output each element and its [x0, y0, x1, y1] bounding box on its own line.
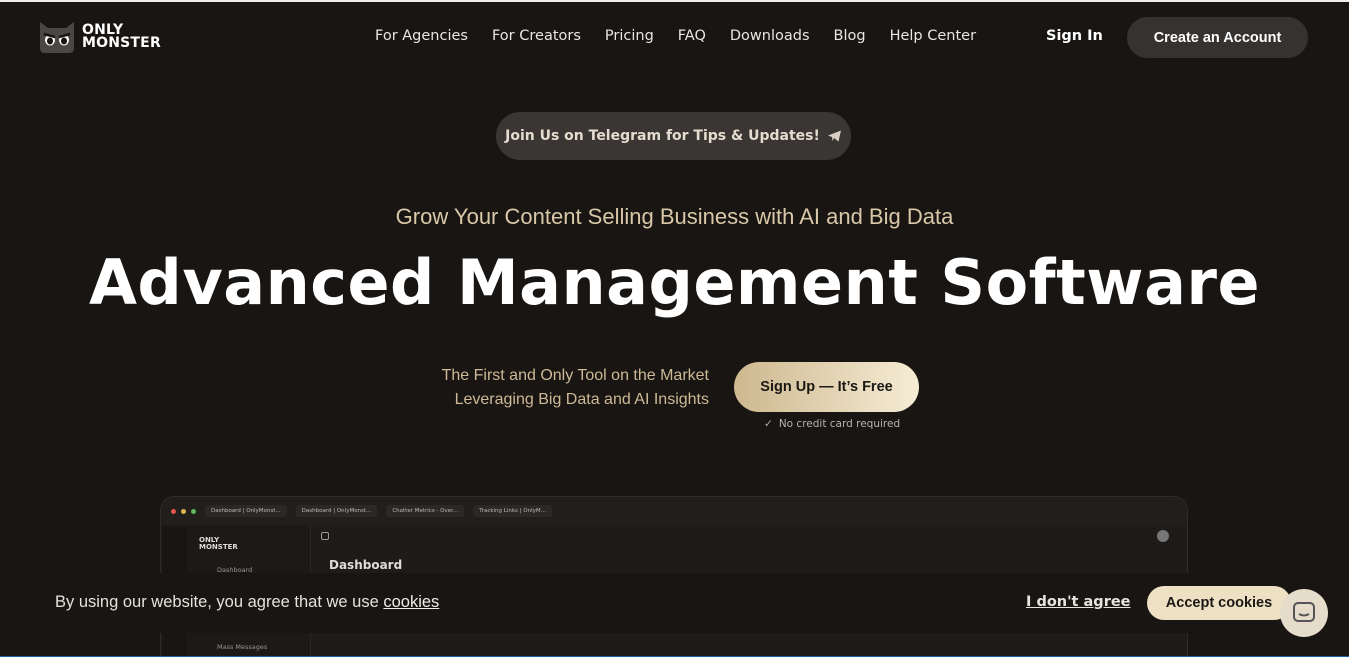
- create-account-button[interactable]: Create an Account: [1127, 17, 1308, 58]
- nav-for-agencies[interactable]: For Agencies: [375, 28, 468, 44]
- nav-blog[interactable]: Blog: [834, 28, 866, 44]
- nav-help-center[interactable]: Help Center: [890, 28, 976, 44]
- accept-cookies-button[interactable]: Accept cookies: [1147, 586, 1291, 620]
- hero-tagline-line-1: The First and Only Tool on the Market: [441, 367, 709, 384]
- no-credit-card-text: No credit card required: [778, 418, 901, 430]
- close-dot-icon: [171, 508, 176, 514]
- telegram-banner-label: Join Us on Telegram for Tips & Updates!: [505, 128, 820, 144]
- preview-tab: Tracking Links | OnlyM...: [473, 505, 552, 517]
- no-credit-card-note: ✓ No credit card required: [764, 418, 900, 430]
- hero-headline: Advanced Management Software: [88, 246, 1261, 319]
- sign-in-link[interactable]: Sign In: [1046, 28, 1103, 44]
- sign-up-button[interactable]: Sign Up — It’s Free: [734, 362, 919, 412]
- chat-widget-button[interactable]: [1280, 589, 1328, 637]
- cookies-link[interactable]: cookies: [383, 593, 439, 611]
- chat-icon: [1293, 602, 1315, 622]
- disagree-link[interactable]: I don't agree: [1026, 594, 1131, 610]
- hero-tagline-line-2: Leveraging Big Data and AI Insights: [454, 391, 709, 408]
- preview-browser-bar: Dashboard | OnlyMonst... Dashboard | Onl…: [161, 497, 1187, 525]
- page: ONLY MONSTER For Agencies For Creators P…: [0, 0, 1349, 657]
- preview-logo: ONLY MONSTER: [199, 537, 238, 551]
- check-icon: ✓: [764, 418, 773, 430]
- logo[interactable]: ONLY MONSTER: [38, 20, 161, 54]
- preview-tab: Chatter Metrics - Over...: [386, 505, 465, 517]
- hero-tagline: The First and Only Tool on the Market Le…: [442, 364, 709, 412]
- logo-line-2: MONSTER: [82, 35, 161, 51]
- preview-tab: Dashboard | OnlyMonst...: [205, 505, 287, 517]
- nav-for-creators[interactable]: For Creators: [492, 28, 581, 44]
- preview-tab: Dashboard | OnlyMonst...: [295, 505, 378, 517]
- maximize-dot-icon: [191, 508, 196, 514]
- main-nav: For Agencies For Creators Pricing FAQ Do…: [375, 28, 976, 44]
- preview-title: Dashboard: [329, 558, 403, 572]
- telegram-banner[interactable]: Join Us on Telegram for Tips & Updates!: [496, 112, 851, 160]
- nav-downloads[interactable]: Downloads: [730, 28, 810, 44]
- logo-text: ONLY MONSTER: [82, 23, 161, 51]
- telegram-plane-icon: [827, 130, 841, 142]
- monster-logo-icon: [40, 22, 74, 53]
- preview-sidebar-toggle-icon: [321, 532, 329, 540]
- cookie-message: By using our website, you agree that we …: [55, 593, 439, 612]
- cookie-message-text: By using our website, you agree that we …: [55, 593, 384, 611]
- preview-logo-line-2: MONSTER: [199, 543, 238, 551]
- cookie-banner: By using our website, you agree that we …: [0, 573, 1349, 633]
- nav-pricing[interactable]: Pricing: [605, 28, 654, 44]
- preview-avatar: [1157, 530, 1169, 542]
- minimize-dot-icon: [181, 508, 186, 514]
- preview-sidebar-item-mass-messages: Mass Messages: [217, 643, 268, 651]
- nav-faq[interactable]: FAQ: [678, 28, 706, 44]
- hero-subtitle: Grow Your Content Selling Business with …: [395, 204, 954, 229]
